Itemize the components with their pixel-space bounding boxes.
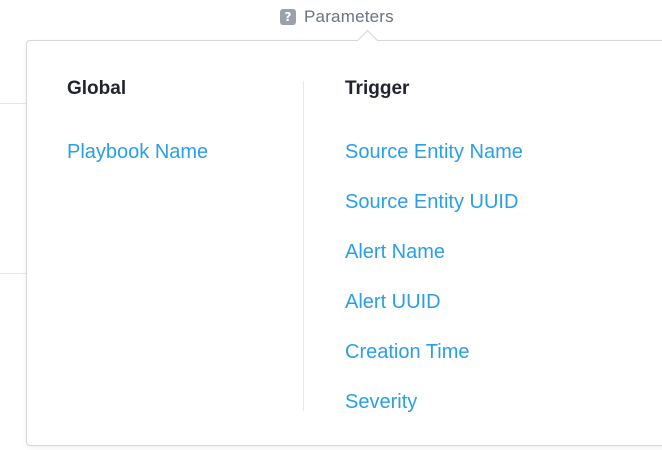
parameters-label: Parameters (304, 7, 394, 26)
parameter-link-source-entity-uuid[interactable]: Source Entity UUID (345, 189, 518, 215)
list-item: Playbook Name (67, 139, 208, 189)
global-parameter-list: Playbook Name (67, 139, 208, 189)
list-item: Source Entity UUID (345, 189, 523, 239)
parameter-link-source-entity-name[interactable]: Source Entity Name (345, 139, 523, 165)
parameters-button[interactable]: ? Parameters (280, 7, 394, 27)
global-heading: Global (67, 78, 127, 99)
parameter-link-alert-uuid[interactable]: Alert UUID (345, 289, 441, 315)
trigger-parameter-list: Source Entity Name Source Entity UUID Al… (345, 139, 523, 439)
list-item: Creation Time (345, 339, 523, 389)
parameter-link-creation-time[interactable]: Creation Time (345, 339, 470, 365)
parameter-link-alert-name[interactable]: Alert Name (345, 239, 445, 265)
list-item: Severity (345, 389, 523, 439)
popover-caret (356, 29, 379, 52)
help-icon: ? (280, 9, 296, 25)
list-item: Alert UUID (345, 289, 523, 339)
column-divider (303, 81, 304, 411)
parameter-link-playbook-name[interactable]: Playbook Name (67, 139, 208, 165)
list-item: Source Entity Name (345, 139, 523, 189)
parameters-popover: Global Playbook Name Trigger Source Enti… (26, 29, 662, 446)
list-item: Alert Name (345, 239, 523, 289)
parameter-link-severity[interactable]: Severity (345, 389, 417, 415)
trigger-heading: Trigger (345, 78, 410, 99)
